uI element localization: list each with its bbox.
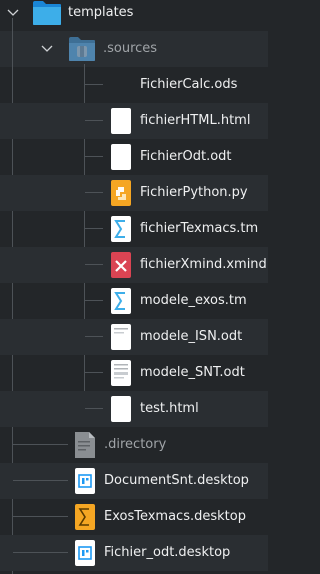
tree-label-file: modele_ISN.odt <box>140 329 243 344</box>
tree-label-file: fichierHTML.html <box>140 113 251 128</box>
tree-label-file: Fichier_odt.desktop <box>104 545 231 560</box>
tree-row-file[interactable]: FichierOdt.odt <box>0 139 268 175</box>
tree-row-file[interactable]: fichierXmind.xmind <box>0 247 268 283</box>
tree-label-templates: templates <box>68 5 134 20</box>
html-file-icon <box>110 107 132 139</box>
html-file-icon <box>110 395 132 427</box>
xmind-file-icon <box>110 251 132 283</box>
tree-label-file: modele_SNT.odt <box>140 365 245 380</box>
tree-row-file[interactable]: modele_SNT.odt <box>0 355 268 391</box>
tree-label-file: fichierXmind.xmind <box>140 257 267 272</box>
tree-label-file: FichierOdt.odt <box>140 149 232 164</box>
tree-row-sources[interactable]: .sources <box>0 31 268 67</box>
tree-row-file[interactable]: fichierTexmacs.tm <box>0 211 268 247</box>
tree-label-file: .directory <box>104 437 167 452</box>
tree-row-file[interactable]: Fichier_odt.desktop <box>0 535 268 571</box>
odt-file-icon <box>110 143 132 175</box>
tree-row-file[interactable]: modele_exos.tm <box>0 283 268 319</box>
tree-row-templates[interactable]: templates <box>0 0 268 31</box>
tree-label-file: FichierPython.py <box>140 185 248 200</box>
tree-label-file: fichierTexmacs.tm <box>140 221 259 236</box>
tree-label-file: FichierCalc.ods <box>140 77 238 92</box>
tree-row-file[interactable]: modele_ISN.odt <box>0 319 268 355</box>
texmacs-file-icon <box>110 215 132 247</box>
desktop-file-icon <box>74 539 96 571</box>
tree-label-file: modele_exos.tm <box>140 293 247 308</box>
texmacs-desktop-icon <box>74 503 96 535</box>
tree-label-file: test.html <box>140 401 199 416</box>
odt-document-icon <box>110 359 132 391</box>
tree-row-file[interactable]: ExosTexmacs.desktop <box>0 499 268 535</box>
tree-row-file[interactable]: FichierPython.py <box>0 175 268 211</box>
folder-hidden-icon <box>68 36 96 66</box>
tree-label-sources: .sources <box>103 41 158 56</box>
texmacs-file-icon <box>110 287 132 319</box>
python-file-icon <box>110 179 132 211</box>
tree-row-file[interactable]: .directory <box>0 427 268 463</box>
folder-blue-icon <box>32 0 62 30</box>
text-file-icon <box>74 431 96 463</box>
odt-document-icon <box>110 323 132 355</box>
file-tree: templates .sources FichierCalc.ods fichi… <box>0 0 268 574</box>
desktop-file-icon <box>74 467 96 499</box>
tree-row-file[interactable]: fichierHTML.html <box>0 103 268 139</box>
tree-row-file[interactable]: FichierCalc.ods <box>0 67 268 103</box>
tree-label-file: DocumentSnt.desktop <box>104 473 249 488</box>
tree-row-file[interactable]: test.html <box>0 391 268 427</box>
tree-row-file[interactable]: DocumentSnt.desktop <box>0 463 268 499</box>
chevron-down-icon[interactable] <box>40 42 54 60</box>
tree-label-file: ExosTexmacs.desktop <box>104 509 246 524</box>
chevron-down-icon[interactable] <box>6 6 20 24</box>
